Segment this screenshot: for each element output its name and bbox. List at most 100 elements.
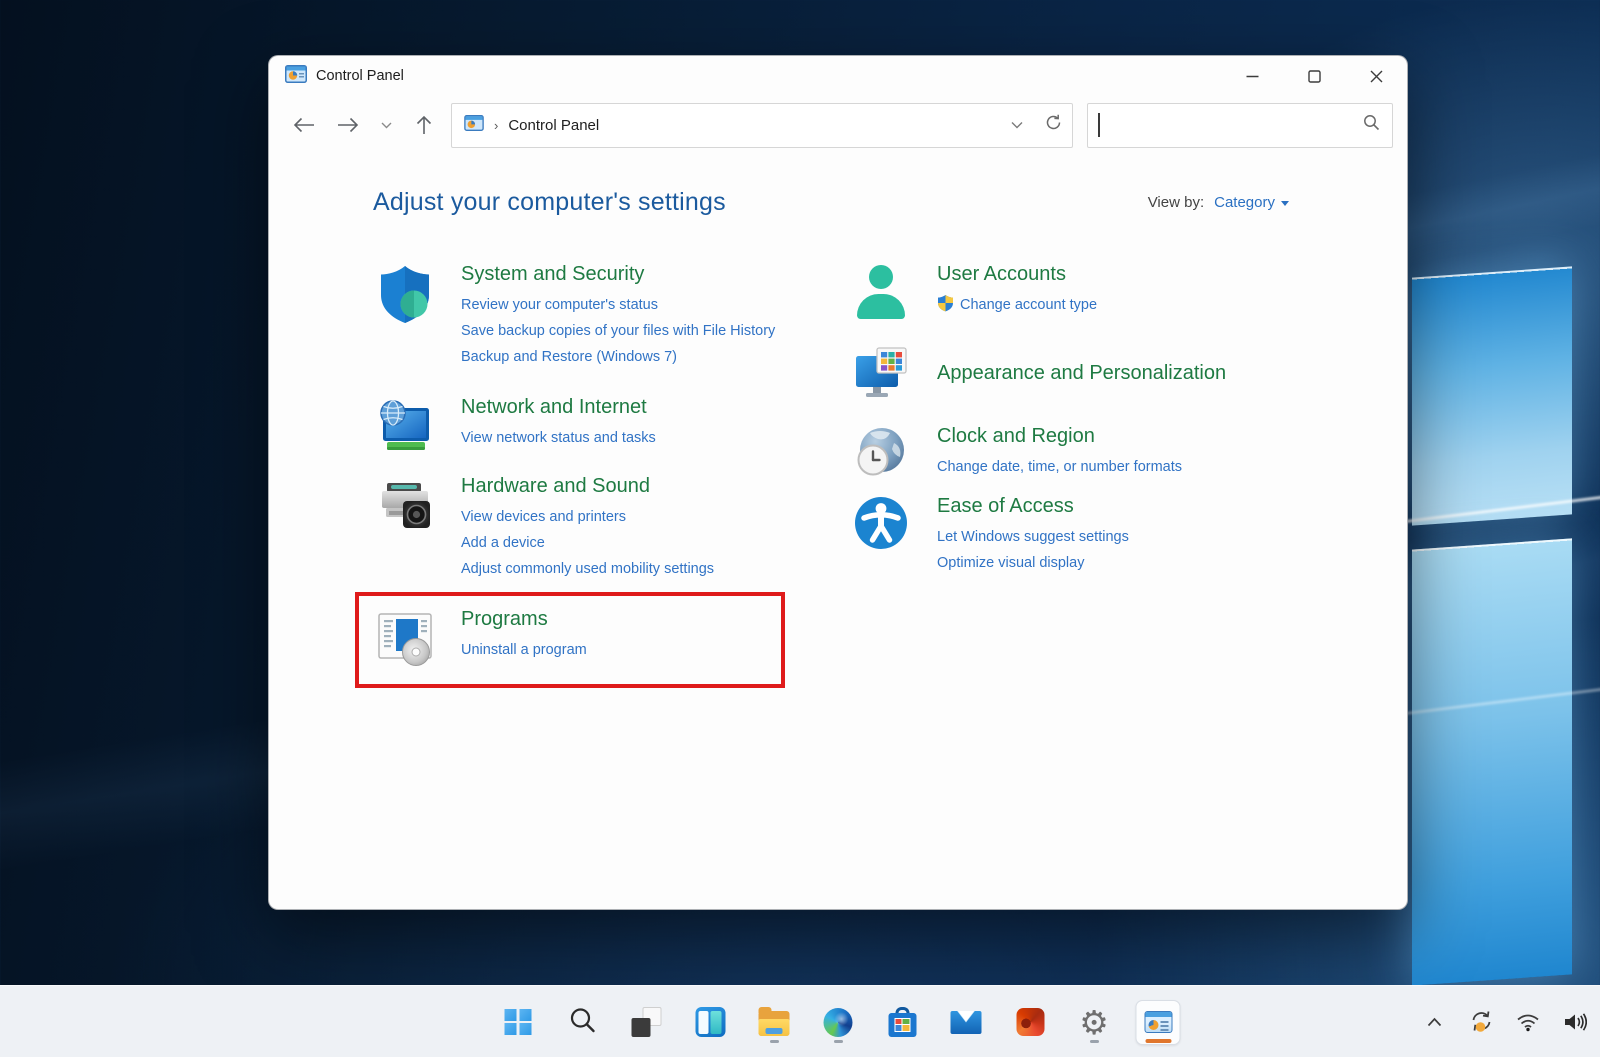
search-icon[interactable] [1363,114,1380,136]
clock-globe-icon [849,425,913,483]
maximize-button[interactable] [1283,56,1345,96]
control-panel-window: Control Panel [268,55,1408,910]
ease-of-access-icon [849,495,913,576]
windows-logo-icon [505,1009,532,1036]
control-panel-icon [464,115,484,136]
minimize-button[interactable] [1221,56,1283,96]
review-computer-status-link[interactable]: Review your computer's status [461,292,775,318]
volume-icon[interactable] [1560,1007,1590,1037]
gear-icon: ⚙ [1079,1006,1109,1039]
desktop: { "window": { "title": "Control Panel", … [0,0,1600,1057]
wallpaper-window-pane [1412,266,1572,525]
control-panel-icon [1144,1011,1172,1033]
mail-button[interactable] [944,1000,989,1045]
category-hardware-and-sound: Hardware and Sound View devices and prin… [373,475,849,582]
wifi-icon[interactable] [1513,1007,1543,1037]
file-explorer-button[interactable] [752,1000,797,1045]
hardware-and-sound-link[interactable]: Hardware and Sound [461,475,714,498]
control-panel-icon [285,65,307,88]
active-indicator [1145,1039,1171,1043]
breadcrumb[interactable]: Control Panel [508,117,599,134]
up-icon[interactable] [407,108,441,142]
network-and-internet-link[interactable]: Network and Internet [461,396,656,419]
address-bar[interactable]: › Control Panel [451,103,1073,148]
mobility-settings-link[interactable]: Adjust commonly used mobility settings [461,556,714,582]
shield-icon [373,263,437,370]
office-button[interactable] [1008,1000,1053,1045]
windows-suggest-settings-link[interactable]: Let Windows suggest settings [937,524,1129,550]
view-network-status-link[interactable]: View network status and tasks [461,425,656,451]
category-network-and-internet: Network and Internet View network status… [373,396,849,458]
address-dropdown-chevron-icon[interactable] [1011,116,1023,134]
printer-speaker-icon [373,475,437,582]
sync-icon[interactable] [1466,1007,1496,1037]
taskbar-search-button[interactable] [560,1000,605,1045]
view-devices-printers-link[interactable]: View devices and printers [461,504,714,530]
system-and-security-link[interactable]: System and Security [461,263,775,286]
task-view-button[interactable] [624,1000,669,1045]
task-view-icon [631,1007,661,1037]
network-icon [373,396,437,458]
forward-icon[interactable] [331,108,365,142]
window-title: Control Panel [316,68,404,84]
edge-button[interactable] [816,1000,861,1045]
view-by-label: View by: [1148,194,1204,211]
control-panel-taskbar-button[interactable] [1136,1000,1181,1045]
change-account-type-link[interactable]: Change account type [960,292,1097,318]
highlight-box: Programs Uninstall a program [355,592,785,688]
tray-expand-chevron-icon[interactable] [1419,1007,1449,1037]
file-explorer-icon [759,1011,790,1036]
user-icon [849,263,913,319]
optimize-visual-display-link[interactable]: Optimize visual display [937,550,1129,576]
user-accounts-link[interactable]: User Accounts [937,263,1097,286]
close-button[interactable] [1345,56,1407,96]
mail-icon [951,1011,982,1034]
category-user-accounts: User Accounts Change account type [849,263,1369,319]
programs-link[interactable]: Programs [461,608,587,631]
wallpaper-window-pane [1412,538,1572,985]
text-caret [1098,113,1100,137]
widgets-button[interactable] [688,1000,733,1045]
search-input[interactable] [1087,103,1393,148]
recent-locations-chevron-icon[interactable] [375,108,397,142]
titlebar: Control Panel [269,56,1407,96]
appearance-personalization-link[interactable]: Appearance and Personalization [937,362,1226,385]
running-indicator [834,1040,843,1043]
category-ease-of-access: Ease of Access Let Windows suggest setti… [849,495,1369,576]
programs-icon [373,608,437,668]
backup-restore-link[interactable]: Backup and Restore (Windows 7) [461,344,775,370]
back-icon[interactable] [287,108,321,142]
taskbar: ⚙ [0,985,1600,1057]
change-date-time-link[interactable]: Change date, time, or number formats [937,454,1182,480]
personalization-icon [849,343,913,403]
wallpaper-light-streak [1399,687,1600,716]
navigation-bar: › Control Panel [269,96,1407,154]
running-indicator [770,1040,779,1043]
breadcrumb-separator: › [494,118,498,133]
start-button[interactable] [496,1000,541,1045]
category-clock-and-region: Clock and Region Change date, time, or n… [849,425,1369,483]
search-icon [568,1006,596,1039]
widgets-icon [695,1007,725,1037]
file-history-link[interactable]: Save backup copies of your files with Fi… [461,318,775,344]
category-programs[interactable]: Programs Uninstall a program [373,608,781,668]
microsoft-store-button[interactable] [880,1000,925,1045]
settings-button[interactable]: ⚙ [1072,1000,1117,1045]
running-indicator [1090,1040,1099,1043]
wallpaper-light-streak [1399,495,1600,524]
category-system-and-security: System and Security Review your computer… [373,263,849,370]
uac-shield-icon [937,294,954,317]
store-icon [888,1010,916,1037]
clock-and-region-link[interactable]: Clock and Region [937,425,1182,448]
view-by-dropdown[interactable]: Category [1214,194,1289,211]
edge-icon [824,1008,853,1037]
uninstall-program-link[interactable]: Uninstall a program [461,637,587,663]
refresh-icon[interactable] [1045,114,1062,136]
ease-of-access-link[interactable]: Ease of Access [937,495,1129,518]
office-icon [1016,1008,1044,1036]
chevron-down-icon [1281,201,1289,206]
page-title: Adjust your computer's settings [373,188,726,217]
add-device-link[interactable]: Add a device [461,530,714,556]
category-appearance-personalization: Appearance and Personalization [849,343,1369,403]
main-content: Adjust your computer's settings View by:… [269,154,1407,688]
